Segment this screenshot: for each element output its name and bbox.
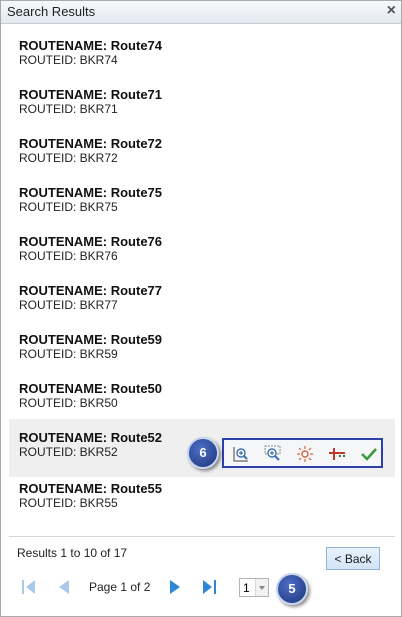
first-page-icon[interactable] bbox=[21, 579, 37, 595]
list-item[interactable]: ROUTENAME: Route77 ROUTEID: BKR77 bbox=[9, 272, 395, 321]
route-id: ROUTEID: BKR72 bbox=[19, 151, 118, 165]
list-item[interactable]: ROUTENAME: Route74 ROUTEID: BKR74 bbox=[9, 27, 395, 76]
search-results-panel: Search Results × ROUTENAME: Route74 ROUT… bbox=[0, 0, 402, 617]
pager: Page 1 of 2 1 5 bbox=[1, 573, 401, 605]
route-id: ROUTEID: BKR71 bbox=[19, 102, 118, 116]
route-name: ROUTENAME: Route77 bbox=[19, 283, 163, 298]
list-item[interactable]: ROUTENAME: Route75 ROUTEID: BKR75 bbox=[9, 174, 395, 223]
close-icon[interactable]: × bbox=[387, 2, 396, 20]
list-item[interactable]: ROUTENAME: Route76 ROUTEID: BKR76 bbox=[9, 223, 395, 272]
route-name: ROUTENAME: Route71 bbox=[19, 87, 163, 102]
results-count: Results 1 to 10 of 17 bbox=[17, 546, 128, 560]
list-item[interactable]: ROUTENAME: Route59 ROUTEID: BKR59 bbox=[9, 321, 395, 370]
last-page-icon[interactable] bbox=[201, 579, 217, 595]
zoom-to-extent-icon[interactable] bbox=[264, 445, 282, 463]
route-name: ROUTENAME: Route74 bbox=[19, 38, 163, 53]
route-measure-icon[interactable] bbox=[328, 445, 346, 463]
callout-badge: 5 bbox=[276, 573, 308, 605]
list-item[interactable]: ROUTENAME: Route50 ROUTEID: BKR50 bbox=[9, 370, 395, 419]
route-name: ROUTENAME: Route76 bbox=[19, 234, 163, 249]
page-select[interactable]: 1 bbox=[239, 578, 269, 597]
route-id: ROUTEID: BKR75 bbox=[19, 200, 118, 214]
route-name: ROUTENAME: Route72 bbox=[19, 136, 163, 151]
route-id: ROUTEID: BKR55 bbox=[19, 496, 118, 510]
route-name: ROUTENAME: Route75 bbox=[19, 185, 163, 200]
route-id: ROUTEID: BKR76 bbox=[19, 249, 118, 263]
route-id: ROUTEID: BKR74 bbox=[19, 53, 118, 67]
title-bar: Search Results × bbox=[1, 1, 401, 24]
route-id: ROUTEID: BKR77 bbox=[19, 298, 118, 312]
list-item[interactable]: ROUTENAME: Route55 ROUTEID: BKR55 bbox=[9, 477, 395, 526]
route-id: ROUTEID: BKR50 bbox=[19, 396, 118, 410]
highlight-icon[interactable] bbox=[296, 445, 314, 463]
route-name: ROUTENAME: Route50 bbox=[19, 381, 163, 396]
window-title: Search Results bbox=[7, 4, 96, 19]
callout-badge: 6 bbox=[187, 437, 219, 469]
page-label: Page 1 of 2 bbox=[89, 580, 151, 594]
results-list: ROUTENAME: Route74 ROUTEID: BKR74 ROUTEN… bbox=[9, 27, 395, 526]
route-name: ROUTENAME: Route55 bbox=[19, 481, 163, 496]
route-id: ROUTEID: BKR52 bbox=[19, 445, 118, 459]
page-select-value: 1 bbox=[243, 581, 250, 595]
chevron-down-icon bbox=[255, 579, 268, 596]
route-name: ROUTENAME: Route59 bbox=[19, 332, 163, 347]
divider bbox=[9, 536, 395, 537]
list-item-selected[interactable]: ROUTENAME: Route52 ROUTEID: BKR52 6 bbox=[9, 419, 395, 477]
route-id: ROUTEID: BKR59 bbox=[19, 347, 118, 361]
list-item[interactable]: ROUTENAME: Route72 ROUTEID: BKR72 bbox=[9, 125, 395, 174]
select-check-icon[interactable] bbox=[360, 445, 378, 463]
back-button[interactable]: < Back bbox=[326, 547, 380, 570]
list-item[interactable]: ROUTENAME: Route71 ROUTEID: BKR71 bbox=[9, 76, 395, 125]
zoom-to-feature-icon[interactable] bbox=[232, 445, 250, 463]
route-name: ROUTENAME: Route52 bbox=[19, 430, 163, 445]
previous-page-icon[interactable] bbox=[56, 579, 72, 595]
next-page-icon[interactable] bbox=[167, 579, 183, 595]
result-actions-toolbar bbox=[222, 438, 383, 468]
